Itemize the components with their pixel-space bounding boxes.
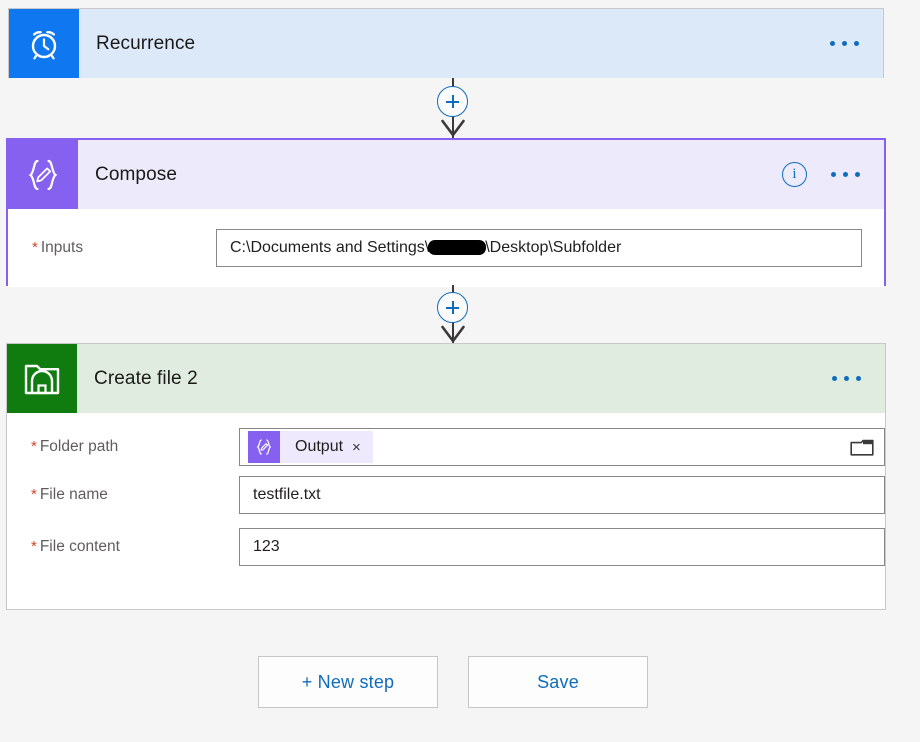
info-icon[interactable]: i: [782, 162, 807, 187]
create-file-title: Create file 2: [94, 367, 198, 389]
compose-inputs-label-text: Inputs: [40, 239, 84, 256]
recurrence-header-actions: [828, 35, 883, 52]
file-name-row: * File name testfile.txt: [7, 469, 885, 521]
dot: [842, 41, 847, 46]
file-name-label: * File name: [31, 486, 239, 504]
file-content-field[interactable]: 123: [239, 528, 885, 566]
create-file-header-actions: [830, 370, 885, 387]
folder-path-row: * Folder path Output ×: [7, 413, 885, 469]
token-remove-button[interactable]: ×: [350, 440, 373, 455]
recurrence-title: Recurrence: [96, 32, 196, 54]
compose-braces-pencil-icon: [248, 431, 280, 463]
file-content-label-text: File content: [39, 538, 120, 555]
file-name-value: testfile.txt: [253, 486, 321, 503]
flow-designer-canvas: Recurrence Compose i * Inputs C:\Documen…: [0, 0, 920, 742]
required-asterisk: *: [32, 239, 38, 256]
file-content-row: * File content 123: [7, 521, 885, 573]
add-step-button[interactable]: [437, 86, 468, 117]
dynamic-content-token-output[interactable]: Output ×: [248, 431, 373, 463]
file-system-folder-icon: [7, 344, 77, 413]
redacted-username: [428, 239, 487, 255]
compose-more-menu-button[interactable]: [829, 166, 862, 183]
create-file-more-menu-button[interactable]: [830, 370, 863, 387]
create-file-body: * Folder path Output × * File name testf…: [7, 413, 885, 573]
compose-title: Compose: [95, 163, 178, 185]
connector-compose-to-create-file: [437, 285, 469, 343]
compose-inputs-value-suffix: \Desktop\Subfolder: [485, 239, 622, 256]
compose-inputs-field[interactable]: C:\Documents and Settings\ \Desktop\Subfo…: [216, 229, 862, 267]
dot: [830, 41, 835, 46]
file-content-label: * File content: [31, 538, 239, 556]
recurrence-header[interactable]: Recurrence: [9, 9, 883, 78]
dot: [856, 376, 861, 381]
dot: [832, 376, 837, 381]
compose-inputs-label: * Inputs: [8, 239, 216, 257]
folder-path-label-text: Folder path: [39, 438, 119, 455]
token-label: Output: [295, 438, 344, 455]
flow-step-create-file-2[interactable]: Create file 2 * Folder path Output × * F…: [6, 343, 886, 610]
arrowhead-icon: [441, 325, 465, 343]
compose-body: * Inputs C:\Documents and Settings\ \Deskt…: [8, 209, 884, 287]
required-asterisk: *: [31, 486, 37, 503]
add-step-button[interactable]: [437, 292, 468, 323]
folder-picker-icon[interactable]: [849, 436, 875, 458]
new-step-button[interactable]: + New step: [258, 656, 438, 708]
required-asterisk: *: [31, 438, 37, 455]
required-asterisk: *: [31, 538, 37, 555]
dot: [854, 41, 859, 46]
file-name-field[interactable]: testfile.txt: [239, 476, 885, 514]
folder-path-field[interactable]: Output ×: [239, 428, 885, 466]
compose-braces-pencil-icon: [8, 140, 78, 209]
connector-recurrence-to-compose: [437, 78, 469, 138]
compose-header[interactable]: Compose i: [8, 140, 884, 209]
folder-path-label: * Folder path: [31, 438, 239, 456]
flow-step-recurrence[interactable]: Recurrence: [8, 8, 884, 78]
dot: [843, 172, 848, 177]
compose-header-actions: i: [782, 162, 884, 187]
save-button[interactable]: Save: [468, 656, 648, 708]
create-file-header[interactable]: Create file 2: [7, 344, 885, 413]
compose-inputs-value-prefix: C:\Documents and Settings\: [230, 239, 430, 256]
dot: [831, 172, 836, 177]
dot: [844, 376, 849, 381]
arrowhead-icon: [441, 119, 465, 137]
recurrence-more-menu-button[interactable]: [828, 35, 861, 52]
alarm-clock-icon: [9, 9, 79, 78]
dot: [855, 172, 860, 177]
file-name-label-text: File name: [39, 486, 108, 503]
flow-step-compose[interactable]: Compose i * Inputs C:\Documents and Setti…: [6, 138, 886, 287]
file-content-value: 123: [253, 538, 280, 555]
